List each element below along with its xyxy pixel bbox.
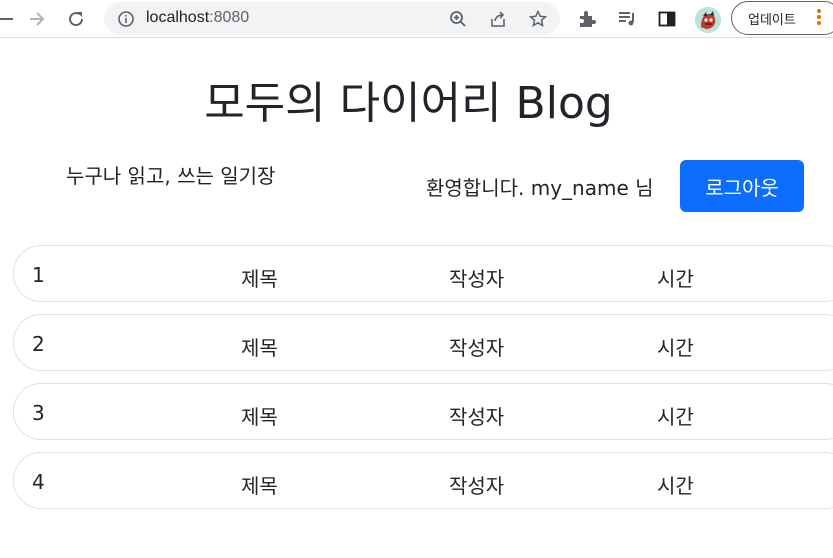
update-label: 업데이트 — [748, 12, 796, 28]
info-icon[interactable] — [114, 7, 138, 31]
welcome-message: 환영합니다. my_name 님 — [426, 176, 654, 200]
post-title: 제목 — [241, 474, 278, 498]
media-icon[interactable] — [615, 7, 639, 31]
post-row[interactable]: 4 제목 작성자 시간 — [13, 452, 833, 509]
star-icon[interactable] — [526, 7, 550, 31]
page-subtitle: 누구나 읽고, 쓰는 일기장 — [66, 164, 276, 188]
post-time: 시간 — [657, 474, 694, 498]
post-row[interactable]: 3 제목 작성자 시간 — [13, 383, 833, 440]
avatar[interactable] — [695, 7, 721, 33]
post-author: 작성자 — [449, 336, 505, 360]
url-text: localhost:8080 — [146, 9, 249, 27]
post-time: 시간 — [657, 267, 694, 291]
post-title: 제목 — [241, 267, 278, 291]
post-number: 3 — [32, 401, 45, 425]
post-time: 시간 — [657, 336, 694, 360]
back-icon[interactable] — [0, 7, 18, 31]
address-bar[interactable]: localhost:8080 — [104, 2, 560, 35]
post-number: 1 — [32, 263, 45, 287]
share-icon[interactable] — [486, 7, 510, 31]
post-author: 작성자 — [449, 405, 505, 429]
post-number: 2 — [32, 332, 45, 356]
page-title: 모두의 다이어리 Blog — [204, 78, 613, 129]
post-author: 작성자 — [449, 267, 505, 291]
post-time: 시간 — [657, 405, 694, 429]
post-row[interactable]: 2 제목 작성자 시간 — [13, 314, 833, 371]
sidebar-icon[interactable] — [655, 7, 679, 31]
zoom-icon[interactable] — [446, 7, 470, 31]
reload-icon[interactable] — [64, 7, 88, 31]
logout-button[interactable]: 로그아웃 — [680, 160, 804, 212]
post-number: 4 — [32, 470, 45, 494]
browser-toolbar: localhost:8080 업데이트 — [0, 0, 833, 38]
post-title: 제목 — [241, 336, 278, 360]
post-row[interactable]: 1 제목 작성자 시간 — [13, 245, 833, 302]
post-author: 작성자 — [449, 474, 505, 498]
menu-icon[interactable] — [816, 8, 822, 28]
forward-icon[interactable] — [25, 7, 49, 31]
url-port: :8080 — [209, 9, 250, 26]
url-host: localhost — [146, 9, 210, 26]
extensions-icon[interactable] — [575, 7, 599, 31]
post-title: 제목 — [241, 405, 278, 429]
